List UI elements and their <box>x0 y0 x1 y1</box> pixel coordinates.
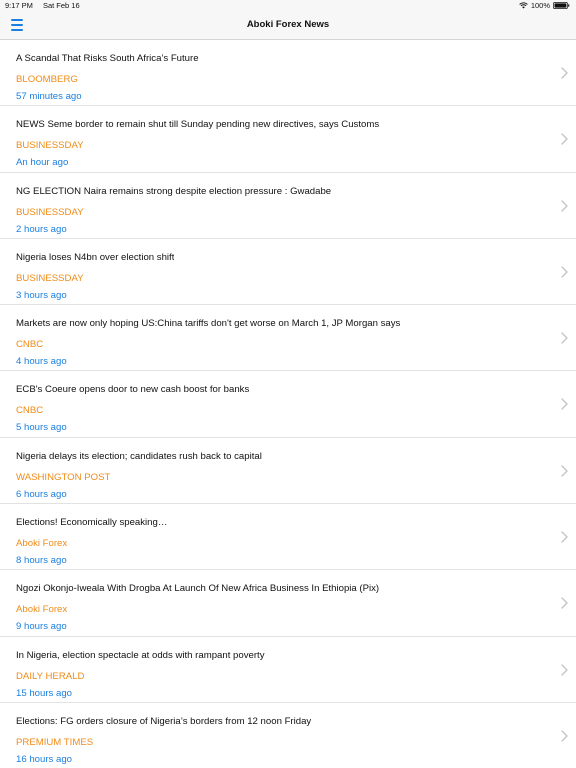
news-list-item[interactable]: NEWS Seme border to remain shut till Sun… <box>0 106 576 173</box>
news-source: BUSINESSDAY <box>16 140 84 152</box>
news-list-item[interactable]: NG ELECTION Naira remains strong despite… <box>0 173 576 239</box>
news-list-item[interactable]: In Nigeria, election spectacle at odds w… <box>0 637 576 703</box>
battery-percent: 100% <box>530 1 550 10</box>
news-headline: ECB's Coeure opens door to new cash boos… <box>16 384 250 396</box>
news-source: CNBC <box>16 339 44 351</box>
news-source: BUSINESSDAY <box>16 272 84 284</box>
chevron-right-icon <box>561 730 568 742</box>
chevron-right-icon <box>561 398 568 411</box>
status-bar: 9:17 PM Sat Feb 16 100% <box>0 0 576 12</box>
navigation-bar: Aboki Forex News <box>0 12 576 40</box>
status-left: 9:17 PM Sat Feb 16 <box>5 1 80 10</box>
chevron-right-icon <box>561 199 568 212</box>
news-time: 6 hours ago <box>16 488 67 500</box>
news-source: BLOOMBERG <box>16 74 78 85</box>
page-title: Aboki Forex News <box>246 19 330 30</box>
news-headline: Ngozi Okonjo-Iweala With Drogba At Launc… <box>16 583 380 595</box>
news-list: A Scandal That Risks South Africa’s Futu… <box>0 40 576 768</box>
news-time: 16 hours ago <box>16 753 73 765</box>
news-headline: Nigeria delays its election; candidates … <box>16 450 262 462</box>
news-list-item[interactable]: Nigeria loses N4bn over election shift BU… <box>0 239 576 306</box>
news-list-item[interactable]: Ngozi Okonjo-Iweala With Drogba At Launc… <box>0 570 576 637</box>
chevron-right-icon <box>561 266 568 278</box>
news-time: 9 hours ago <box>16 621 67 633</box>
news-list-item[interactable]: Elections! Economically speaking… Aboki F… <box>0 504 576 571</box>
news-headline: Markets are now only hoping US:China tar… <box>16 318 401 330</box>
battery-icon <box>553 2 570 9</box>
news-headline: In Nigeria, election spectacle at odds w… <box>16 649 265 661</box>
status-date: Sat Feb 16 <box>42 1 80 10</box>
news-source: CNBC <box>16 405 44 417</box>
chevron-right-icon <box>561 465 568 477</box>
news-headline: Elections: FG orders closure of Nigeria’… <box>16 715 312 727</box>
news-time: 2 hours ago <box>16 223 67 235</box>
chevron-right-icon <box>561 332 568 344</box>
news-list-item[interactable]: Nigeria delays its election; candidates … <box>0 438 576 505</box>
news-time: 5 hours ago <box>16 422 67 434</box>
news-source: BUSINESSDAY <box>16 206 84 218</box>
news-headline: NEWS Seme border to remain shut till Sun… <box>16 119 380 131</box>
chevron-right-icon <box>561 531 568 543</box>
chevron-right-icon <box>561 133 568 145</box>
chevron-right-icon <box>561 67 568 79</box>
news-list-item[interactable]: ECB's Coeure opens door to new cash boos… <box>0 371 576 438</box>
news-time: 57 minutes ago <box>16 91 82 102</box>
chevron-right-icon <box>561 597 568 610</box>
news-source: PREMIUM TIMES <box>16 736 94 748</box>
news-time: 4 hours ago <box>16 356 67 368</box>
news-headline: Nigeria loses N4bn over election shift <box>16 251 175 263</box>
news-list-item[interactable]: Markets are now only hoping US:China tar… <box>0 305 576 372</box>
status-time: 9:17 PM <box>5 1 33 10</box>
news-source: DAILY HERALD <box>16 670 85 682</box>
news-time: An hour ago <box>16 157 69 169</box>
news-time: 8 hours ago <box>16 555 67 567</box>
news-headline: NG ELECTION Naira remains strong despite… <box>16 185 332 197</box>
news-source: WASHINGTON POST <box>16 471 111 483</box>
news-list-item[interactable]: Elections: FG orders closure of Nigeria’… <box>0 703 576 768</box>
news-list-item[interactable]: A Scandal That Risks South Africa’s Futu… <box>0 40 576 107</box>
wifi-icon <box>519 2 528 9</box>
news-headline: Elections! Economically speaking… <box>16 517 168 529</box>
news-headline: A Scandal That Risks South Africa’s Futu… <box>16 53 199 64</box>
news-source: Aboki Forex <box>16 538 68 550</box>
news-time: 3 hours ago <box>16 289 67 301</box>
news-time: 15 hours ago <box>16 687 73 699</box>
news-source: Aboki Forex <box>16 604 68 616</box>
status-right: 100% <box>519 1 570 10</box>
chevron-right-icon <box>561 663 568 676</box>
